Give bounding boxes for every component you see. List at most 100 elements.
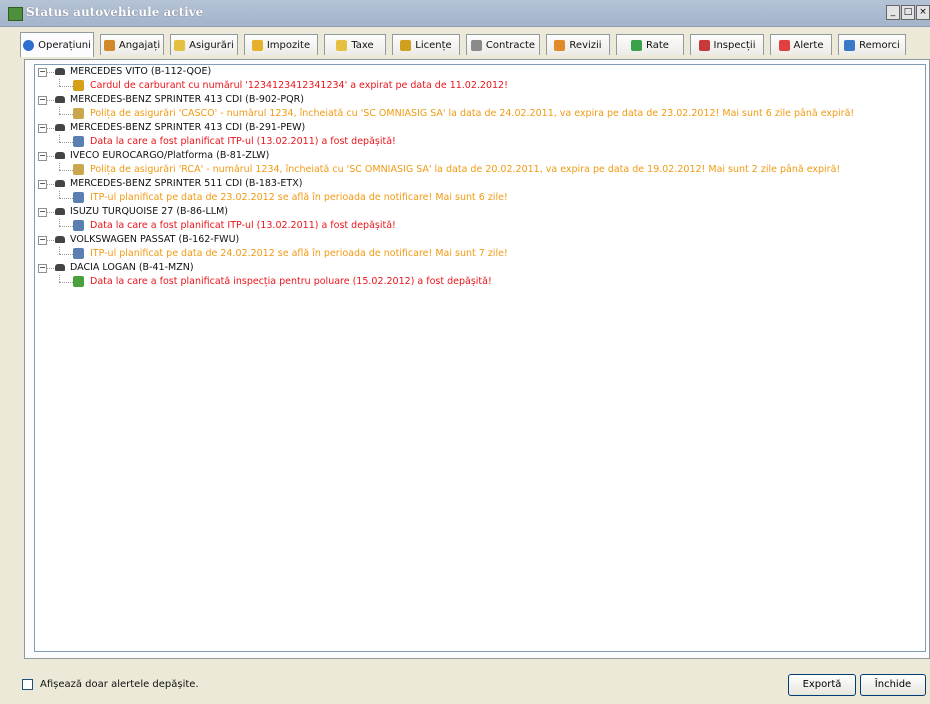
tree-connector	[59, 170, 73, 171]
alert-node[interactable]: ITP-ul planificat pe data de 23.02.2012 …	[35, 191, 925, 205]
tree-connector	[46, 212, 54, 213]
alert-node[interactable]: Polița de asigurări 'RCA' - numărul 1234…	[35, 163, 925, 177]
tab-1[interactable]: Angajați	[100, 34, 164, 55]
tab-10[interactable]: Alerte	[770, 34, 832, 55]
tab-0[interactable]: Operațiuni	[20, 32, 94, 57]
alert-node[interactable]: Data la care a fost planificat ITP-ul (1…	[35, 135, 925, 149]
tab-5[interactable]: Licențe	[392, 34, 460, 55]
alert-message: Cardul de carburant cu numărul '12341234…	[90, 80, 508, 91]
status-window: Status autovehicule active _ □ × Operați…	[0, 0, 930, 704]
pollution-car-icon	[73, 276, 84, 287]
tree-connector	[59, 114, 73, 115]
inspection-icon	[698, 39, 710, 51]
app-icon	[8, 7, 23, 21]
alert-node[interactable]: Polița de asigurări 'CASCO' - numărul 12…	[35, 107, 925, 121]
car-icon	[55, 236, 65, 243]
calendar-icon	[73, 192, 84, 203]
vehicle-node[interactable]: − ISUZU TURQUOISE 27 (B-86-LLM)	[35, 205, 925, 219]
tab-strip: Operațiuni Angajați Asigurări Impozite Taxe L…	[20, 32, 930, 60]
tab-label: Operațiuni	[38, 39, 91, 51]
close-button[interactable]: Închide	[860, 674, 926, 696]
rate-icon	[631, 39, 643, 51]
calendar-icon	[73, 220, 84, 231]
tab-7[interactable]: Revizii	[546, 34, 610, 55]
title-bar[interactable]: Status autovehicule active _ □ ×	[0, 0, 930, 27]
tab-label: Contracte	[485, 39, 536, 51]
service-icon	[554, 39, 566, 51]
tab-label: Taxe	[351, 39, 374, 51]
alert-message: Data la care a fost planificat ITP-ul (1…	[90, 136, 396, 147]
close-window-button[interactable]: ×	[916, 5, 930, 20]
tree-connector	[59, 247, 60, 254]
tree-connector	[59, 135, 60, 142]
vehicle-node[interactable]: − DACIA LOGAN (B-41-MZN)	[35, 261, 925, 275]
tab-label: Licențe	[415, 39, 452, 51]
alert-icon	[778, 39, 790, 51]
alert-node[interactable]: ITP-ul planificat pe data de 24.02.2012 …	[35, 247, 925, 261]
people-icon	[103, 39, 115, 51]
vehicle-node[interactable]: − MERCEDES VITO (B-112-QOE)	[35, 65, 925, 79]
tab-2[interactable]: Asigurări	[170, 34, 238, 55]
tab-8[interactable]: Rate	[616, 34, 684, 55]
vehicle-name: MERCEDES-BENZ SPRINTER 413 CDI (B-291-PE…	[70, 122, 306, 133]
calendar-icon	[73, 136, 84, 147]
footer: Afișează doar alertele depășite. Exportă…	[0, 668, 930, 704]
vehicle-node[interactable]: − VOLKSWAGEN PASSAT (B-162-FWU)	[35, 233, 925, 247]
car-icon	[55, 264, 65, 271]
tab-4[interactable]: Taxe	[324, 34, 386, 55]
window-title: Status autovehicule active	[26, 5, 204, 19]
tab-label: Remorci	[859, 39, 900, 51]
tab-11[interactable]: Remorci	[838, 34, 906, 55]
vehicle-node[interactable]: − MERCEDES-BENZ SPRINTER 511 CDI (B-183-E…	[35, 177, 925, 191]
alert-node[interactable]: Data la care a fost planificat ITP-ul (1…	[35, 219, 925, 233]
tax-icon	[251, 39, 263, 51]
only-overdue-checkbox[interactable]	[22, 679, 33, 690]
tab-6[interactable]: Contracte	[466, 34, 540, 55]
window-controls: _ □ ×	[885, 5, 930, 20]
tree-connector	[46, 100, 54, 101]
tree-connector	[46, 240, 54, 241]
car-icon	[55, 68, 65, 75]
maximize-button[interactable]: □	[901, 5, 915, 20]
vehicle-node[interactable]: − IVECO EUROCARGO/Platforma (B-81-ZLW)	[35, 149, 925, 163]
vehicle-name: MERCEDES-BENZ SPRINTER 511 CDI (B-183-ET…	[70, 178, 303, 189]
tree-connector	[59, 107, 60, 114]
tree-connector	[59, 86, 73, 87]
tab-3[interactable]: Impozite	[244, 34, 318, 55]
car-icon	[55, 124, 65, 131]
alert-message: ITP-ul planificat pe data de 24.02.2012 …	[90, 248, 508, 259]
vehicle-name: MERCEDES VITO (B-112-QOE)	[70, 66, 212, 77]
tree-connector	[46, 128, 54, 129]
vehicle-name: ISUZU TURQUOISE 27 (B-86-LLM)	[70, 206, 228, 217]
tree-connector	[59, 282, 73, 283]
tab-panel: − MERCEDES VITO (B-112-QOE) Cardul de carb…	[24, 59, 930, 659]
tree-connector	[46, 268, 54, 269]
vehicle-node[interactable]: − MERCEDES-BENZ SPRINTER 413 CDI (B-902-P…	[35, 93, 925, 107]
alert-message: Data la care a fost planificată inspecți…	[90, 276, 492, 287]
alert-node[interactable]: Data la care a fost planificată inspecți…	[35, 275, 925, 289]
tree-connector	[59, 254, 73, 255]
alert-message: Polița de asigurări 'RCA' - numărul 1234…	[90, 164, 841, 175]
tree-connector	[59, 142, 73, 143]
vehicle-node[interactable]: − MERCEDES-BENZ SPRINTER 413 CDI (B-291-P…	[35, 121, 925, 135]
insurance-icon	[174, 39, 186, 51]
vehicle-name: IVECO EUROCARGO/Platforma (B-81-ZLW)	[70, 150, 270, 161]
tab-label: Angajați	[118, 39, 161, 51]
minimize-button[interactable]: _	[886, 5, 900, 20]
fuel-card-icon	[73, 80, 84, 91]
tab-label: Alerte	[793, 39, 824, 51]
only-overdue-label: Afișează doar alertele depășite.	[40, 679, 199, 690]
tab-label: Revizii	[569, 39, 602, 51]
alert-message: Polița de asigurări 'CASCO' - numărul 12…	[90, 108, 855, 119]
export-button[interactable]: Exportă	[788, 674, 856, 696]
car-icon	[55, 96, 65, 103]
tab-9[interactable]: Inspecții	[690, 34, 764, 55]
alert-message: Data la care a fost planificat ITP-ul (1…	[90, 220, 396, 231]
contract-icon	[470, 39, 482, 51]
vehicle-name: DACIA LOGAN (B-41-MZN)	[70, 262, 194, 273]
tree-connector	[46, 156, 54, 157]
vehicle-name: MERCEDES-BENZ SPRINTER 413 CDI (B-902-PQ…	[70, 94, 304, 105]
alerts-tree[interactable]: − MERCEDES VITO (B-112-QOE) Cardul de carb…	[34, 64, 926, 652]
alert-node[interactable]: Cardul de carburant cu numărul '12341234…	[35, 79, 925, 93]
trailer-icon	[844, 39, 856, 51]
